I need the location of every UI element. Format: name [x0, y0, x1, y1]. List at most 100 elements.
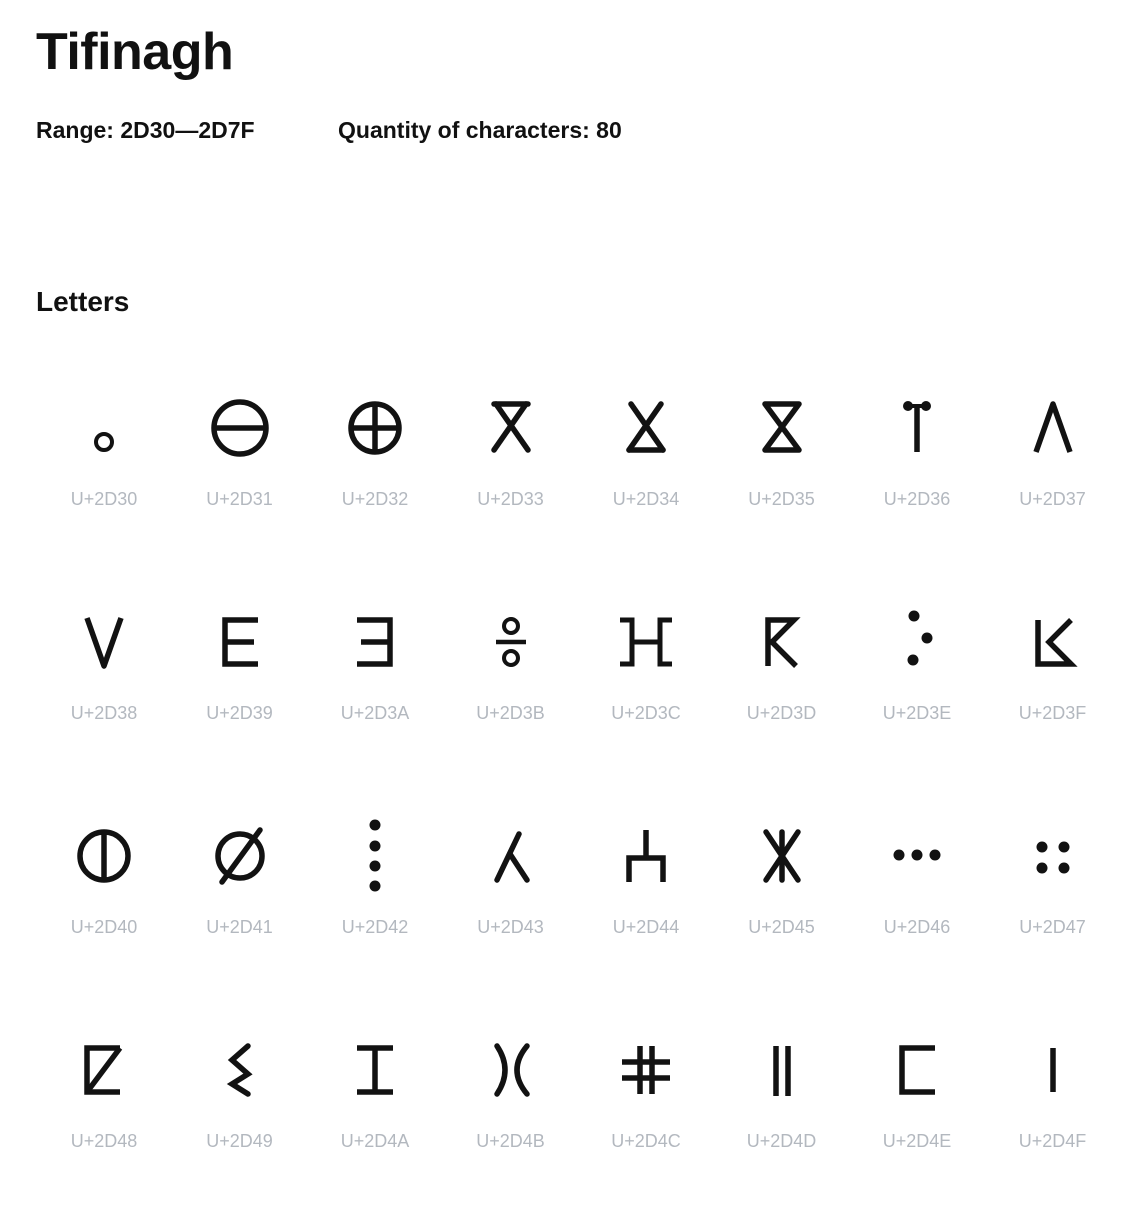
- glyph-code: U+2D41: [206, 917, 273, 937]
- glyph-cell[interactable]: U+2D47: [985, 788, 1121, 1002]
- open-square-bracket-icon: [899, 1045, 935, 1095]
- glyph-cell[interactable]: U+2D39: [172, 574, 308, 788]
- glyph-cell[interactable]: U+2D4B: [443, 1002, 579, 1216]
- glyph-cell[interactable]: U+2D44: [578, 788, 714, 1002]
- glyph-cell[interactable]: U+2D41: [172, 788, 308, 1002]
- glyph-code: U+2D42: [341, 917, 409, 937]
- glyph-code: U+2D3D: [746, 703, 817, 723]
- glyph-code: U+2D36: [883, 489, 951, 509]
- glyph-cell[interactable]: U+2D3C: [578, 574, 714, 788]
- hourglass-closed-bottom-icon: [626, 401, 666, 453]
- glyph-cell[interactable]: U+2D43: [443, 788, 579, 1002]
- glyph-cell[interactable]: U+2D30: [36, 360, 172, 574]
- lambda-shape-icon: [493, 831, 530, 883]
- circle-vertical-bar-icon: [77, 829, 131, 883]
- glyph-code: U+2D44: [612, 917, 680, 937]
- stem-with-two-dots-icon: [903, 401, 931, 452]
- v-shape-icon: [84, 617, 124, 669]
- caret-up-icon: [1032, 401, 1073, 453]
- glyph-cell[interactable]: U+2D31: [172, 360, 308, 574]
- double-bar-icon: [772, 1046, 791, 1096]
- circle-cross-icon: [348, 401, 402, 455]
- glyph-cell[interactable]: U+2D3F: [985, 574, 1121, 788]
- capital-i-shape-icon: [357, 1045, 393, 1095]
- glyph-code: U+2D39: [206, 703, 273, 723]
- glyph-code: U+2D35: [748, 489, 815, 509]
- glyph-code: U+2D31: [206, 489, 273, 509]
- glyph-code: U+2D40: [70, 917, 138, 937]
- circle-slash-icon: [214, 827, 265, 885]
- glyph-cell[interactable]: U+2D40: [36, 788, 172, 1002]
- k-with-hook-icon: [764, 617, 801, 668]
- glyph-code: U+2D3E: [882, 703, 952, 723]
- glyph-code: U+2D4C: [611, 1131, 681, 1151]
- hash-shape-icon: [622, 1046, 670, 1094]
- quantity-label: Quantity of characters: 80: [338, 117, 622, 143]
- glyph-code: U+2D4E: [882, 1131, 952, 1151]
- glyph-code: U+2D49: [206, 1131, 273, 1151]
- glyph-cell[interactable]: U+2D34: [578, 360, 714, 574]
- box-with-diagonal-icon: [84, 1045, 123, 1095]
- glyph-code: U+2D46: [883, 917, 951, 937]
- glyph-cell[interactable]: U+2D4C: [578, 1002, 714, 1216]
- letter-e-shape-icon: [221, 617, 258, 667]
- glyph-cell[interactable]: U+2D42: [307, 788, 443, 1002]
- k-with-base-icon: [1034, 618, 1078, 667]
- glyph-code: U+2D4D: [746, 1131, 817, 1151]
- glyph-code: U+2D38: [70, 703, 138, 723]
- hourglass-open-top-icon: [490, 401, 531, 453]
- hourglass-closed-icon: [761, 401, 802, 453]
- page-title: Tifinagh: [36, 23, 234, 81]
- glyph-cell[interactable]: U+2D3D: [714, 574, 850, 788]
- glyph-code: U+2D3F: [1018, 703, 1087, 723]
- glyph-code: U+2D32: [341, 489, 409, 509]
- glyph-cell[interactable]: U+2D48: [36, 1002, 172, 1216]
- four-dots-vertical-icon: [369, 819, 381, 892]
- vertical-bar-icon: [1049, 1048, 1056, 1092]
- glyph-cell[interactable]: U+2D32: [307, 360, 443, 574]
- glyph-cell[interactable]: U+2D45: [714, 788, 850, 1002]
- trident-shape-icon: [626, 830, 666, 882]
- glyph-cell[interactable]: U+2D36: [849, 360, 985, 574]
- ring-bar-ring-icon: [495, 617, 526, 667]
- three-dots-horizontal-icon: [893, 849, 941, 861]
- reversed-e-shape-icon: [357, 617, 393, 667]
- glyph-cell[interactable]: U+2D3A: [307, 574, 443, 788]
- glyph-cell[interactable]: U+2D46: [849, 788, 985, 1002]
- zigzag-shape-icon: [226, 1043, 253, 1097]
- glyph-code: U+2D43: [477, 917, 544, 937]
- x-with-center-bar-icon: [762, 829, 801, 883]
- glyph-code: U+2D48: [70, 1131, 138, 1151]
- glyph-cell[interactable]: U+2D3E: [849, 574, 985, 788]
- glyph-cell[interactable]: U+2D37: [985, 360, 1121, 574]
- glyph-code: U+2D4B: [476, 1131, 545, 1151]
- glyph-cell[interactable]: U+2D38: [36, 574, 172, 788]
- glyph-grid: U+2D30 U+2D31 U+2D32 U+2D33 U+2D34 U+2D3…: [36, 360, 1121, 1216]
- glyph-cell[interactable]: U+2D35: [714, 360, 850, 574]
- glyph-code: U+2D37: [1019, 489, 1086, 509]
- glyph-code: U+2D3C: [611, 703, 681, 723]
- glyph-code: U+2D33: [477, 489, 544, 509]
- ring-glyph-icon: [94, 432, 114, 452]
- glyph-cell[interactable]: U+2D49: [172, 1002, 308, 1216]
- glyph-code: U+2D3B: [476, 703, 545, 723]
- glyph-code: U+2D34: [612, 489, 680, 509]
- range-label: Range: 2D30—2D7F: [36, 117, 255, 143]
- glyph-code: U+2D4A: [340, 1131, 410, 1151]
- glyph-code: U+2D47: [1019, 917, 1086, 937]
- four-dots-square-icon: [1036, 841, 1069, 874]
- glyph-cell[interactable]: U+2D4F: [985, 1002, 1121, 1216]
- glyph-cell[interactable]: U+2D33: [443, 360, 579, 574]
- glyph-cell[interactable]: U+2D4D: [714, 1002, 850, 1216]
- circle-horizontal-bar-icon: [210, 399, 269, 457]
- glyph-code: U+2D30: [70, 489, 138, 509]
- section-title-letters: Letters: [36, 286, 130, 317]
- glyph-cell[interactable]: U+2D4E: [849, 1002, 985, 1216]
- double-bracket-h-icon: [620, 617, 672, 667]
- glyph-cell[interactable]: U+2D3B: [443, 574, 579, 788]
- glyph-cell[interactable]: U+2D4A: [307, 1002, 443, 1216]
- glyph-code: U+2D3A: [340, 703, 410, 723]
- double-arc-icon: [493, 1043, 530, 1097]
- glyph-code: U+2D45: [748, 917, 815, 937]
- glyph-code: U+2D4F: [1018, 1131, 1087, 1151]
